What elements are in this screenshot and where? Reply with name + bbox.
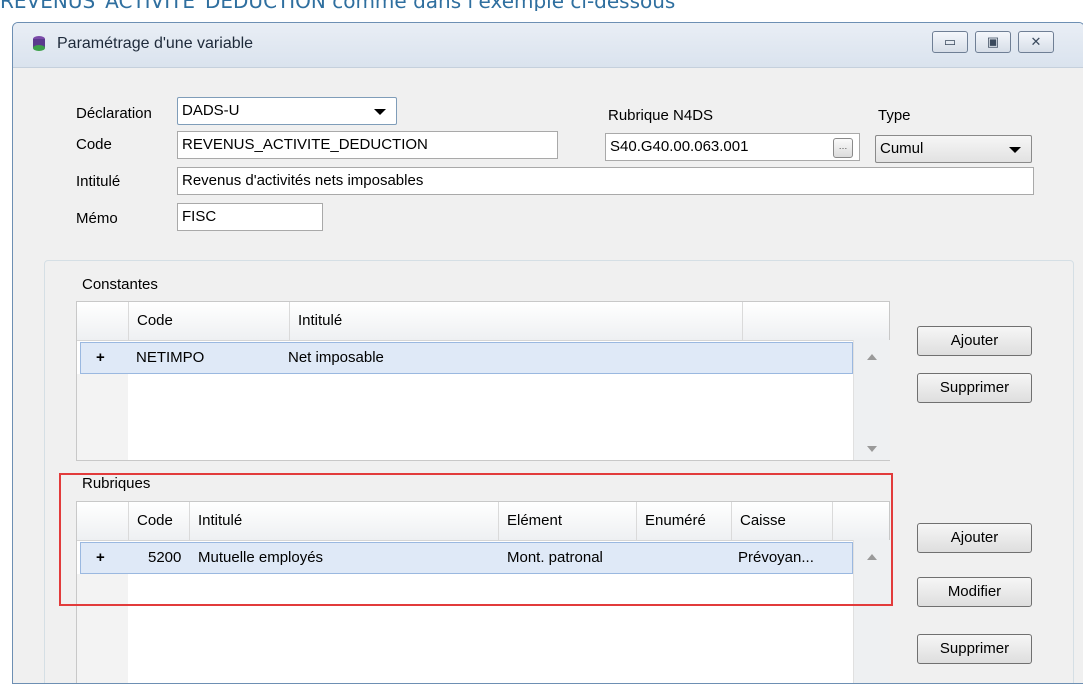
row-intitule: Net imposable bbox=[288, 349, 384, 366]
scroll-up-icon[interactable] bbox=[867, 354, 877, 360]
type-label: Type bbox=[878, 107, 911, 124]
table-row[interactable]: + NETIMPO Net imposable bbox=[80, 342, 853, 374]
maximize-icon: ▣ bbox=[986, 34, 1000, 49]
rubrique-n4ds-input[interactable]: S40.G40.00.063.001 bbox=[605, 133, 860, 161]
constantes-header-intitule[interactable]: Intitulé bbox=[289, 302, 742, 340]
highlight-annotation bbox=[59, 473, 893, 606]
chevron-down-icon bbox=[374, 109, 386, 115]
scroll-down-icon[interactable] bbox=[867, 446, 877, 452]
constantes-header-code[interactable]: Code bbox=[128, 302, 289, 340]
rubriques-delete-button[interactable]: Supprimer bbox=[917, 634, 1032, 664]
code-label: Code bbox=[76, 136, 112, 153]
constantes-title: Constantes bbox=[82, 276, 158, 293]
code-input[interactable]: REVENUS_ACTIVITE_DEDUCTION bbox=[177, 131, 558, 159]
chevron-down-icon bbox=[1009, 147, 1021, 153]
window-title: Paramétrage d'une variable bbox=[57, 35, 254, 52]
type-value: Cumul bbox=[880, 140, 924, 157]
type-select[interactable]: Cumul bbox=[875, 135, 1032, 163]
row-indicator-column bbox=[77, 374, 128, 460]
constantes-header: Code Intitulé bbox=[77, 302, 889, 341]
expand-icon[interactable]: + bbox=[96, 343, 105, 373]
rubriques-add-button[interactable]: Ajouter bbox=[917, 523, 1032, 553]
constantes-header-empty bbox=[742, 302, 889, 340]
intitule-input[interactable]: Revenus d'activités nets imposables bbox=[177, 167, 1034, 195]
constantes-scrollbar[interactable] bbox=[853, 340, 890, 460]
rubriques-modify-button[interactable]: Modifier bbox=[917, 577, 1032, 607]
top-caption-text: REVENUS_ACTIVITE_DEDUCTION comme dans l'… bbox=[0, 0, 1083, 11]
declaration-value: DADS-U bbox=[182, 102, 240, 119]
constantes-delete-button[interactable]: Supprimer bbox=[917, 373, 1032, 403]
close-icon: ✕ bbox=[1030, 34, 1042, 49]
app-icon bbox=[33, 36, 45, 51]
constantes-grid: Code Intitulé + NETIMPO Net imposable bbox=[76, 301, 890, 461]
memo-input[interactable]: FISC bbox=[177, 203, 323, 231]
minimize-icon: ▭ bbox=[943, 34, 957, 49]
intitule-label: Intitulé bbox=[76, 173, 121, 190]
maximize-button[interactable]: ▣ bbox=[975, 31, 1011, 53]
row-code: NETIMPO bbox=[136, 349, 205, 366]
minimize-button[interactable]: ▭ bbox=[932, 31, 968, 53]
declaration-select[interactable]: DADS-U bbox=[177, 97, 397, 125]
declaration-label: Déclaration bbox=[76, 105, 152, 122]
constantes-add-button[interactable]: Ajouter bbox=[917, 326, 1032, 356]
rubrique-n4ds-label: Rubrique N4DS bbox=[608, 107, 714, 124]
title-bar: Paramétrage d'une variable ▭ ▣ ✕ bbox=[13, 23, 1083, 68]
rubrique-n4ds-value: S40.G40.00.063.001 bbox=[610, 138, 749, 155]
memo-label: Mémo bbox=[76, 210, 118, 227]
rubrique-browse-button[interactable]: … bbox=[833, 138, 853, 158]
ellipsis-icon: … bbox=[838, 141, 848, 151]
close-button[interactable]: ✕ bbox=[1018, 31, 1054, 53]
